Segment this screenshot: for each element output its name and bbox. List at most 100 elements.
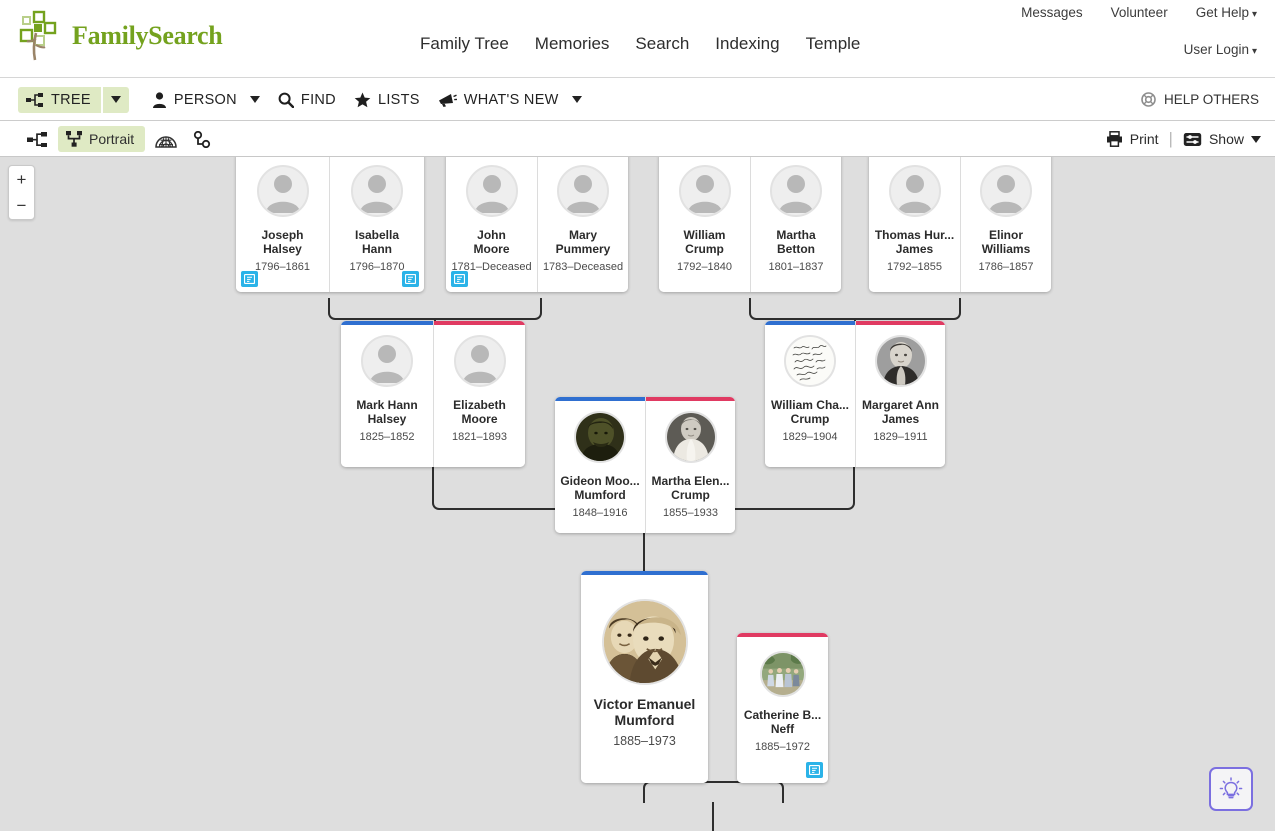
avatar [454, 335, 506, 387]
couple-card-james-williams[interactable]: Thomas Hur...James 1792–1855 ElinorWilli… [869, 157, 1051, 292]
view-portrait-button[interactable]: Portrait [58, 126, 145, 152]
avatar [889, 165, 941, 217]
zoom-in-button[interactable]: + [9, 166, 34, 193]
view-pedigree-button[interactable] [22, 126, 52, 152]
couple-card-moore-pummery[interactable]: JohnMoore 1781–Deceased MaryPummery 1783… [446, 157, 628, 292]
avatar [784, 335, 836, 387]
avatar [574, 411, 626, 463]
link-user-login[interactable]: User Login▾ [1184, 42, 1257, 57]
person-card-mark-halsey[interactable]: Mark HannHalsey 1825–1852 [341, 321, 433, 467]
avatar [361, 335, 413, 387]
nav-family-tree[interactable]: Family Tree [420, 34, 509, 54]
person-card-isabella-hann[interactable]: IsabellaHann 1796–1870 [329, 157, 424, 292]
couple-card-halsey-moore[interactable]: Mark HannHalsey 1825–1852 ElizabethMoore… [341, 321, 525, 467]
get-help-label: Get Help [1196, 5, 1249, 20]
person-card-martha-crump[interactable]: Martha Elen...Crump 1855–1933 [645, 397, 735, 533]
person-name: Margaret AnnJames [857, 398, 944, 426]
user-login-label: User Login [1184, 42, 1249, 57]
person-card-john-moore[interactable]: JohnMoore 1781–Deceased [446, 157, 537, 292]
record-hint-badge[interactable] [451, 271, 468, 287]
person-name: JohnMoore [469, 228, 515, 256]
link-volunteer[interactable]: Volunteer [1111, 5, 1168, 20]
whats-new-button-label: WHAT'S NEW [464, 92, 559, 108]
avatar [466, 165, 518, 217]
record-hint-badge[interactable] [402, 271, 419, 287]
brand-name: FamilySearch [72, 21, 222, 51]
gender-bar-female [434, 321, 525, 325]
couple-card-halsey-hann[interactable]: JosephHalsey 1796–1861 IsabellaHann 1796… [236, 157, 424, 292]
show-button[interactable]: Show [1183, 131, 1261, 147]
avatar [557, 165, 609, 217]
lightbulb-icon [1219, 777, 1243, 801]
person-dates: 1885–1973 [613, 734, 676, 748]
person-card-elizabeth-moore[interactable]: ElizabethMoore 1821–1893 [433, 321, 525, 467]
view-fan-chart-button[interactable] [151, 126, 181, 152]
person-dates: 1829–1911 [873, 431, 927, 443]
nav-memories[interactable]: Memories [535, 34, 610, 54]
person-dates: 1825–1852 [359, 431, 414, 443]
view-descendancy-button[interactable] [187, 126, 217, 152]
link-messages[interactable]: Messages [1021, 5, 1083, 20]
person-card-catherine-neff[interactable]: Catherine B...Neff 1885–1972 [737, 633, 828, 783]
avatar [602, 599, 688, 685]
person-dates: 1829–1904 [782, 431, 837, 443]
tips-button[interactable] [1209, 767, 1253, 811]
person-card-martha-betton[interactable]: MarthaBetton 1801–1837 [750, 157, 841, 292]
person-card-mary-pummery[interactable]: MaryPummery 1783–Deceased [537, 157, 628, 292]
person-button[interactable]: PERSON [143, 87, 269, 113]
nav-temple[interactable]: Temple [806, 34, 861, 54]
gender-bar-female [737, 633, 828, 637]
find-button-label: FIND [301, 92, 336, 108]
person-card-margaret-james[interactable]: Margaret AnnJames 1829–1911 [855, 321, 945, 467]
record-hint-badge[interactable] [241, 271, 258, 287]
help-others-button[interactable]: HELP OTHERS [1141, 78, 1259, 121]
chevron-down-icon: ▾ [1252, 9, 1257, 20]
avatar [679, 165, 731, 217]
couple-card-mumford-crump[interactable]: Gideon Moo...Mumford 1848–1916 Martha El… [555, 397, 735, 533]
focal-person-card[interactable]: Victor EmanuelMumford 1885–1973 [581, 571, 708, 783]
person-name: Gideon Moo...Mumford [555, 474, 644, 502]
person-card-elinor-williams[interactable]: ElinorWilliams 1786–1857 [960, 157, 1051, 292]
spouse-card[interactable]: Catherine B...Neff 1885–1972 [737, 633, 828, 783]
tree-dropdown-button[interactable] [103, 87, 129, 113]
person-name: Martha Elen...Crump [646, 474, 734, 502]
record-hint-icon [809, 765, 820, 775]
person-card-joseph-halsey[interactable]: JosephHalsey 1796–1861 [236, 157, 329, 292]
person-card-thomas-james[interactable]: Thomas Hur...James 1792–1855 [869, 157, 960, 292]
person-card-william-c-crump[interactable]: William Cha...Crump 1829–1904 [765, 321, 855, 467]
connector-drop-descendants [712, 802, 714, 831]
utility-navigation-top: Messages Volunteer Get Help▾ [1021, 5, 1257, 20]
person-card-william-crump[interactable]: WilliamCrump 1792–1840 [659, 157, 750, 292]
print-button[interactable]: Print [1106, 131, 1159, 147]
avatar [875, 335, 927, 387]
whats-new-button[interactable]: WHAT'S NEW [429, 87, 591, 113]
connector-gen1-right [749, 298, 961, 320]
lists-button[interactable]: LISTS [345, 87, 429, 113]
nav-indexing[interactable]: Indexing [715, 34, 779, 54]
gender-bar-female [646, 397, 735, 401]
portrait-photo [667, 413, 715, 461]
record-hint-badge[interactable] [806, 762, 823, 778]
link-get-help[interactable]: Get Help▾ [1196, 5, 1257, 20]
couple-card-crump-betton[interactable]: WilliamCrump 1792–1840 MarthaBetton 1801… [659, 157, 841, 292]
find-button[interactable]: FIND [269, 87, 345, 113]
person-name: ElizabethMoore [448, 398, 511, 426]
zoom-out-button[interactable]: − [9, 193, 34, 220]
utility-navigation-bottom: User Login▾ [1184, 42, 1257, 57]
tree-button[interactable]: TREE [18, 87, 101, 113]
tree-canvas[interactable]: + − JosephHalsey 1796–1861 [0, 157, 1275, 831]
toolbar-divider: | [1169, 129, 1173, 149]
connector-descendants [643, 781, 784, 803]
portrait-photo [604, 601, 686, 683]
person-card-victor-mumford[interactable]: Victor EmanuelMumford 1885–1973 [581, 571, 708, 783]
couple-card-crump-james[interactable]: William Cha...Crump 1829–1904 Margaret A… [765, 321, 945, 467]
chevron-down-icon [111, 96, 121, 103]
handwriting-photo [786, 337, 834, 385]
person-dates: 1801–1837 [768, 261, 823, 273]
help-others-label: HELP OTHERS [1164, 92, 1259, 107]
silhouette-icon [353, 167, 401, 215]
person-card-gideon-mumford[interactable]: Gideon Moo...Mumford 1848–1916 [555, 397, 645, 533]
megaphone-icon [438, 92, 457, 107]
familysearch-logo[interactable]: FamilySearch [14, 8, 222, 64]
nav-search[interactable]: Search [635, 34, 689, 54]
